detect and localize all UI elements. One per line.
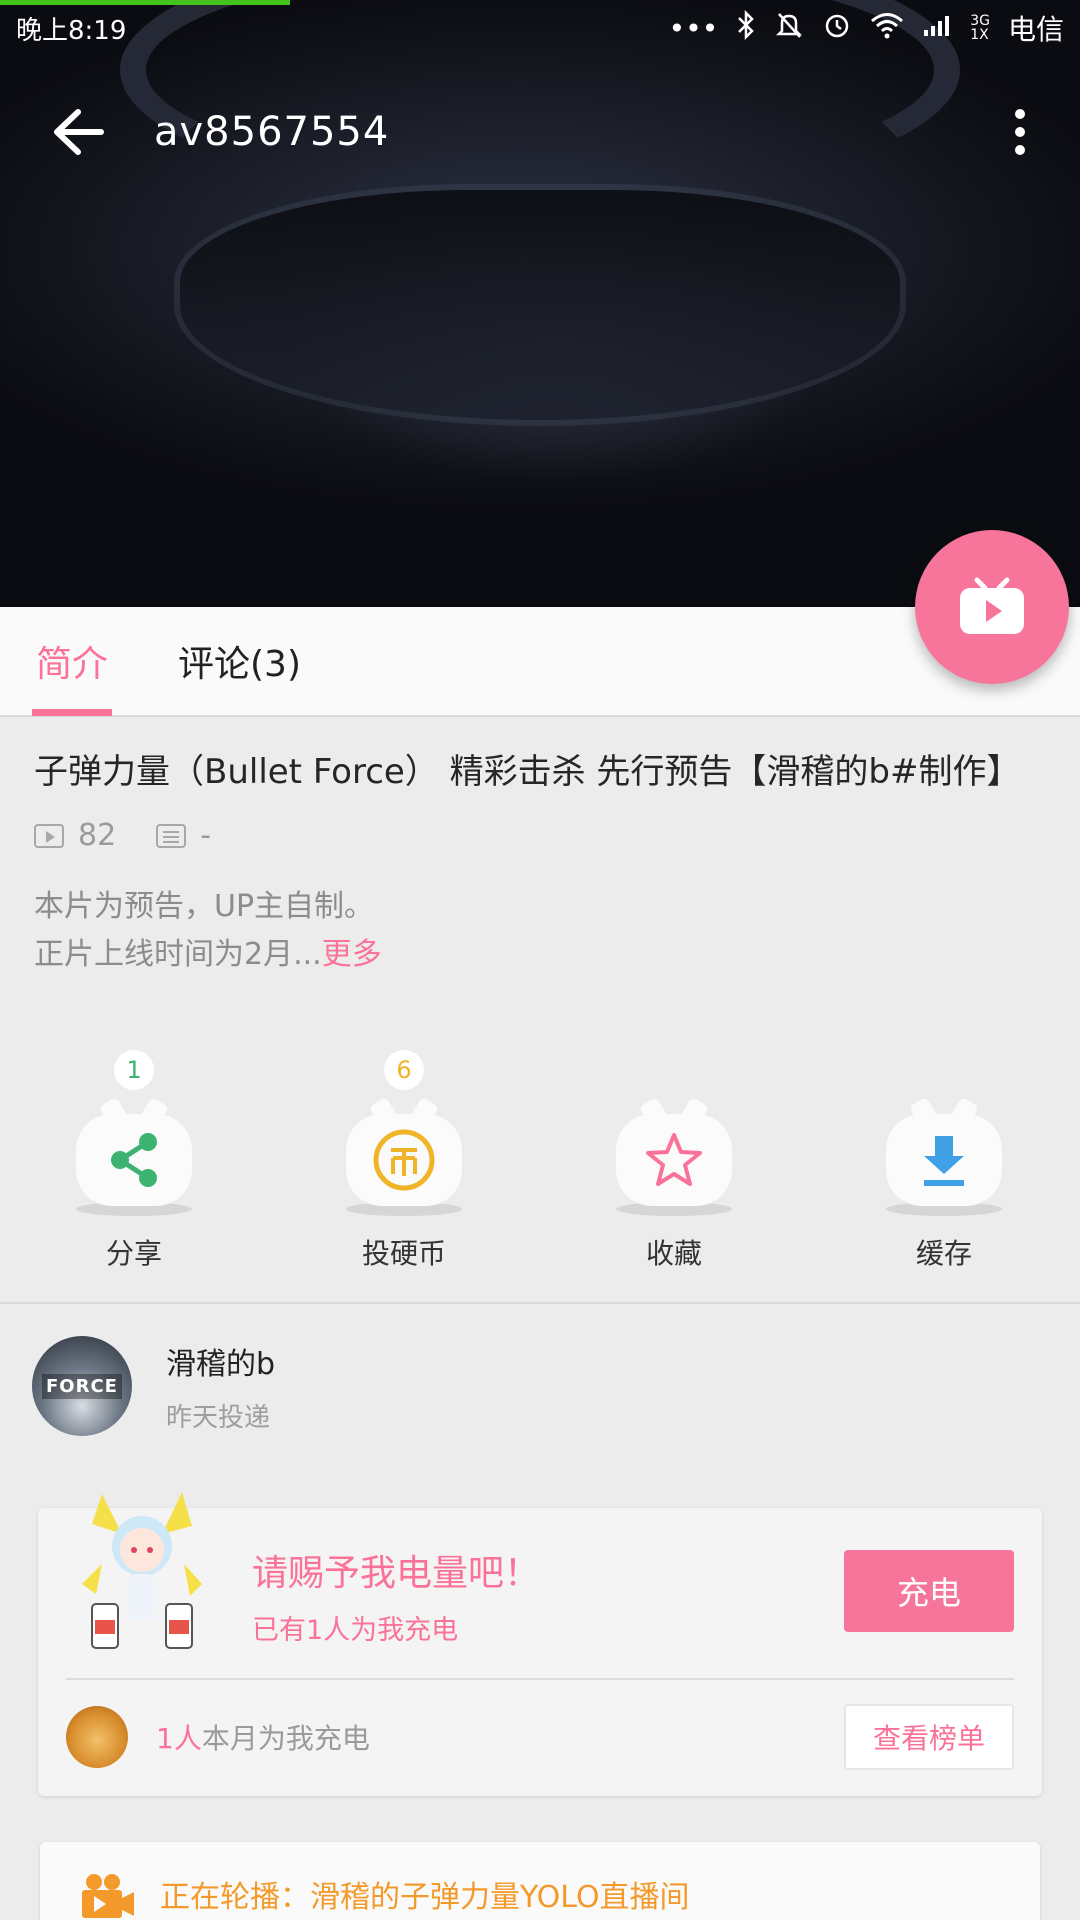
download-icon: [924, 1136, 964, 1186]
danmaku-count: -: [200, 818, 212, 853]
video-cover[interactable]: 晚上8:19 ••• 3G 1X 电信 av8567554: [0, 0, 1080, 607]
carrier-name: 电信: [1007, 13, 1064, 46]
expand-description-link[interactable]: 更多: [322, 937, 382, 972]
video-description: 本片为预告，UP主自制。 正片上线时间为2月...更多: [34, 883, 1046, 979]
network-type: 3G 1X: [970, 13, 990, 43]
section-divider: [0, 1302, 1080, 1304]
overflow-dot-icon: [1015, 109, 1025, 119]
status-icons: ••• 3G 1X 电信: [669, 8, 1064, 48]
view-ranking-button[interactable]: 查看榜单: [844, 1704, 1014, 1770]
uploader-avatar[interactable]: FORCE: [32, 1336, 132, 1436]
video-info: 子弹力量（Bullet Force） 精彩击杀 先行预告【滑稽的b#制作】 82…: [34, 748, 1046, 979]
mute-bell-icon: [774, 10, 804, 47]
overflow-dot-icon: [1015, 145, 1025, 155]
play-count: 82: [78, 818, 117, 853]
supporters-text: 1人本月为我充电: [156, 1717, 370, 1757]
charge-card: 请赐予我电量吧！ 已有1人为我充电 充电 1人本月为我充电 查看榜单: [38, 1492, 1042, 1796]
description-line: 正片上线时间为2月...: [34, 937, 322, 972]
overflow-dot-icon: [1015, 127, 1025, 137]
live-rotation-text: 正在轮播：滑稽的子弹力量YOLO直播间: [160, 1880, 690, 1915]
video-av-id: av8567554: [154, 109, 390, 155]
coin-count-badge: 6: [384, 1050, 424, 1090]
danmaku-count-icon: [156, 823, 187, 848]
arrow-left-icon: [54, 109, 104, 155]
tv-play-icon: [960, 577, 1024, 634]
favorite-action[interactable]: 收藏: [594, 1050, 754, 1302]
star-icon: [646, 1133, 702, 1186]
supporters-count: 1人: [156, 1722, 202, 1755]
uploader-name[interactable]: 滑稽的b: [166, 1339, 275, 1383]
share-icon: [111, 1133, 157, 1187]
card-divider: [66, 1678, 1014, 1680]
app-bar: av8567554: [0, 80, 1080, 184]
coin-icon: [373, 1129, 435, 1191]
mascot-illustration: [82, 1492, 202, 1649]
wifi-icon: [870, 11, 904, 46]
charge-supporters-row: 1人本月为我充电 查看榜单: [66, 1702, 1014, 1772]
charge-title: 请赐予我电量吧！: [252, 1553, 541, 1594]
play-count-icon: [34, 823, 64, 848]
avatar-logo-text: FORCE: [42, 1373, 122, 1399]
download-label: 缓存: [915, 1237, 972, 1270]
action-row: 1 分享 6 投硬币 收藏 缓存: [0, 1050, 1080, 1302]
favorite-label: 收藏: [645, 1237, 702, 1270]
live-rotation-card[interactable]: 正在轮播：滑稽的子弹力量YOLO直播间: [40, 1842, 1040, 1920]
share-action[interactable]: 1 分享: [54, 1050, 214, 1302]
more-dots-icon: •••: [668, 11, 719, 45]
signal-icon: [922, 12, 952, 45]
lion-avatar-icon: [66, 1706, 128, 1768]
status-bar: 晚上8:19 ••• 3G 1X 电信: [0, 0, 1080, 56]
tab-comments[interactable]: 评论(3): [178, 606, 301, 716]
video-title: 子弹力量（Bullet Force） 精彩击杀 先行预告【滑稽的b#制作】: [34, 752, 1021, 792]
download-action[interactable]: 缓存: [864, 1050, 1024, 1302]
uploader-info[interactable]: FORCE 滑稽的b 昨天投递: [32, 1336, 275, 1436]
supporters-suffix: 本月为我充电: [201, 1722, 370, 1755]
alarm-icon: [822, 10, 852, 47]
share-count-badge: 1: [114, 1050, 154, 1090]
bluetooth-icon: [736, 9, 756, 47]
coin-label: 投硬币: [361, 1237, 446, 1270]
more-options-button[interactable]: [980, 82, 1060, 182]
coin-action[interactable]: 6 投硬币: [324, 1050, 484, 1302]
play-video-button[interactable]: [915, 530, 1069, 684]
status-time: 晚上8:19: [16, 15, 127, 46]
share-label: 分享: [105, 1237, 162, 1270]
upload-time: 昨天投递: [166, 1402, 271, 1433]
video-camera-icon: [82, 1874, 134, 1918]
video-stats: 82 -: [34, 818, 1046, 853]
charge-button[interactable]: 充电: [844, 1550, 1014, 1632]
tab-intro[interactable]: 简介: [31, 606, 113, 716]
cover-visor-shape: [180, 190, 900, 420]
back-button[interactable]: [28, 82, 128, 182]
charge-subtitle: 已有1人为我充电: [252, 1615, 459, 1646]
description-line: 本片为预告，UP主自制。: [34, 889, 375, 924]
